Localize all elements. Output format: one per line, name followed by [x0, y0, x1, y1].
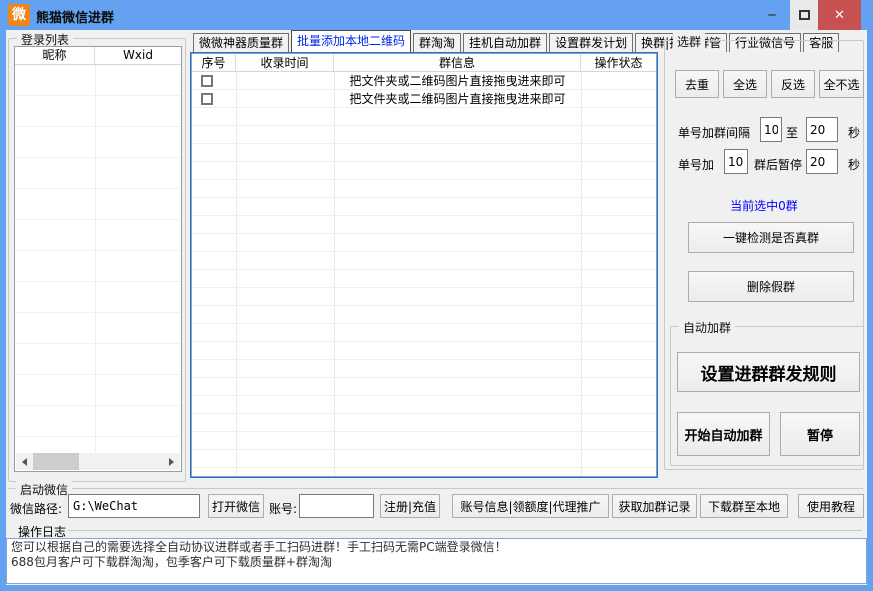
log-groupbox-line — [68, 530, 862, 531]
delete-fake-group-button[interactable]: 删除假群 — [688, 271, 854, 302]
interval-min-input[interactable] — [760, 117, 782, 142]
column-divider — [581, 72, 582, 476]
check-real-group-button[interactable]: 一键检测是否真群 — [688, 222, 854, 253]
scroll-right-icon[interactable] — [163, 453, 180, 470]
pause-seconds-input[interactable] — [806, 149, 838, 174]
col-operation-status[interactable]: 操作状态 — [581, 54, 656, 71]
wechat-path-input[interactable] — [68, 494, 200, 518]
interval-max-input[interactable] — [806, 117, 838, 142]
login-list[interactable]: 昵称 Wxid — [14, 46, 182, 472]
account-label: 账号: — [269, 500, 297, 517]
tab-batch-add-local-qrcode[interactable]: 批量添加本地二维码 — [291, 30, 411, 52]
scroll-left-icon[interactable] — [16, 453, 33, 470]
pause-unit-label: 秒 — [848, 156, 860, 173]
col-record-time[interactable]: 收录时间 — [236, 54, 334, 71]
account-input[interactable] — [299, 494, 374, 518]
start-auto-join-button[interactable]: 开始自动加群 — [677, 412, 770, 456]
auto-join-title: 自动加群 — [679, 319, 735, 336]
row-checkbox[interactable] — [201, 75, 213, 87]
operation-log[interactable]: 您可以根据自己的需要选择全自动协议进群或者手工扫码进群！手工扫码无需PC端登录微… — [6, 538, 867, 584]
register-recharge-button[interactable]: 注册|充值 — [380, 494, 440, 518]
dedupe-button[interactable]: 去重 — [675, 70, 719, 98]
login-column-divider — [95, 65, 96, 453]
selected-count-text: 当前选中0群 — [664, 197, 864, 214]
open-wechat-button[interactable]: 打开微信 — [208, 494, 264, 518]
invert-selection-button[interactable]: 反选 — [771, 70, 815, 98]
pause-button[interactable]: 暂停 — [780, 412, 860, 456]
log-line: 您可以根据自己的需要选择全自动协议进群或者手工扫码进群！手工扫码无需PC端登录微… — [11, 540, 862, 555]
column-divider — [236, 72, 237, 476]
tab-quality-groups[interactable]: 微微神器质量群 — [193, 33, 289, 52]
app-logo-icon: 微 — [8, 4, 30, 26]
login-horizontal-scrollbar[interactable] — [16, 453, 180, 470]
interval-unit-label: 秒 — [848, 124, 860, 141]
tutorial-button[interactable]: 使用教程 — [798, 494, 864, 518]
maximize-icon — [799, 10, 810, 20]
row-checkbox[interactable] — [201, 93, 213, 105]
group-table-body: 把文件夹或二维码图片直接拖曳进来即可 把文件夹或二维码图片直接拖曳进来即可 — [192, 72, 656, 476]
maximize-button[interactable] — [790, 0, 818, 30]
select-none-button[interactable]: 全不选 — [819, 70, 864, 98]
wechat-path-label: 微信路径: — [10, 500, 62, 517]
table-row[interactable]: 把文件夹或二维码图片直接拖曳进来即可 — [192, 72, 656, 90]
login-list-header: 昵称 Wxid — [15, 47, 181, 65]
group-table[interactable]: 序号 收录时间 群信息 操作状态 把文件夹或二维码图片直接拖曳进来即可 把文件夹… — [190, 52, 658, 478]
tab-auto-join[interactable]: 挂机自动加群 — [463, 33, 547, 52]
group-info-text: 把文件夹或二维码图片直接拖曳进来即可 — [334, 90, 581, 108]
group-info-text: 把文件夹或二维码图片直接拖曳进来即可 — [334, 72, 581, 90]
log-line: 688包月客户可下载群淘淘，包季客户可下载质量群+群淘淘 — [11, 555, 862, 570]
pause-prefix-label: 单号加 — [678, 156, 714, 173]
interval-label: 单号加群间隔 — [678, 124, 750, 141]
login-col-wxid[interactable]: Wxid — [95, 47, 181, 64]
login-list-rows — [15, 65, 181, 453]
table-row[interactable]: 把文件夹或二维码图片直接拖曳进来即可 — [192, 90, 656, 108]
select-group-title: 选群 — [673, 33, 705, 50]
to-label: 至 — [786, 124, 798, 141]
app-window: 微 熊猫微信进群 ─ ✕ 登录列表 昵称 Wxid 微微神器质量群 批量 — [0, 0, 873, 591]
select-all-button[interactable]: 全选 — [723, 70, 767, 98]
close-button[interactable]: ✕ — [818, 0, 861, 30]
pause-count-input[interactable] — [724, 149, 748, 174]
set-join-broadcast-rule-button[interactable]: 设置进群群发规则 — [677, 352, 860, 392]
get-join-record-button[interactable]: 获取加群记录 — [612, 494, 697, 518]
scrollbar-thumb[interactable] — [33, 453, 79, 470]
launch-title: 启动微信 — [16, 481, 72, 498]
col-group-info[interactable]: 群信息 — [334, 54, 581, 71]
title-bar[interactable]: 微 熊猫微信进群 ─ ✕ — [0, 0, 873, 30]
download-groups-button[interactable]: 下载群至本地 — [700, 494, 788, 518]
pause-suffix-label: 群后暂停 — [754, 156, 802, 173]
main-content: 登录列表 昵称 Wxid 微微神器质量群 批量添加本地二维码 群淘淘 挂机自动加… — [6, 30, 867, 585]
group-table-header: 序号 收录时间 群信息 操作状态 — [192, 54, 656, 72]
col-index[interactable]: 序号 — [192, 54, 236, 71]
tab-quntaotao[interactable]: 群淘淘 — [413, 33, 461, 52]
tab-broadcast-plan[interactable]: 设置群发计划 — [549, 33, 633, 52]
login-col-nickname[interactable]: 昵称 — [15, 47, 95, 64]
account-info-agent-button[interactable]: 账号信息|领额度|代理推广 — [452, 494, 609, 518]
minimize-button[interactable]: ─ — [755, 0, 789, 30]
window-title: 熊猫微信进群 — [36, 7, 114, 26]
column-divider — [334, 72, 335, 476]
